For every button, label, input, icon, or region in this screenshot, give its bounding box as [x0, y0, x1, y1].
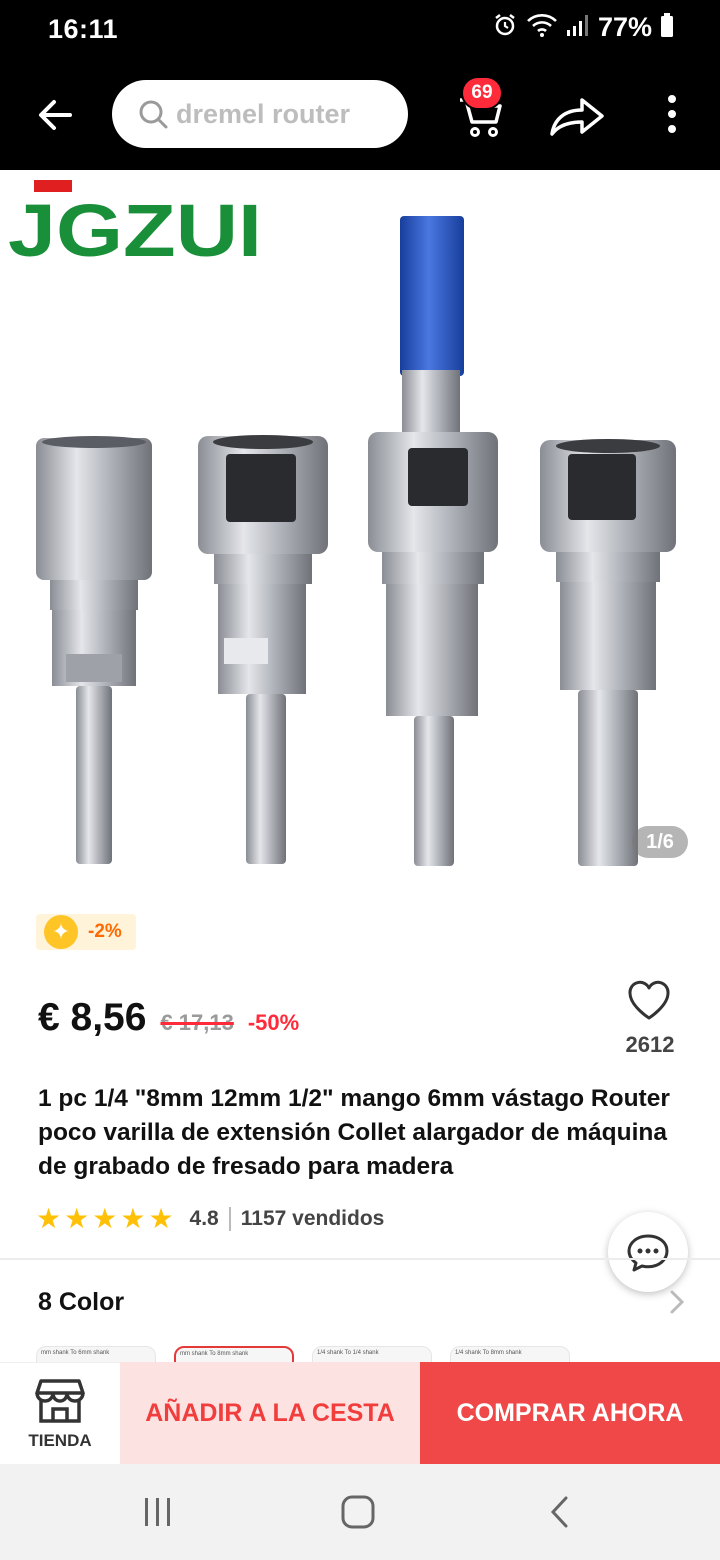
buy-now-button[interactable]: COMPRAR AHORA [420, 1362, 720, 1464]
share-button[interactable] [548, 90, 606, 140]
wishlist-count: 2612 [625, 1032, 675, 1057]
price-discount: -50% [247, 1010, 300, 1035]
status-time: 16:11 [48, 14, 119, 44]
store-label: TIENDA [28, 1430, 92, 1450]
rating-value: 4.8 [189, 1207, 219, 1230]
search-query: dremel router [176, 98, 351, 129]
star-icon: ★ [120, 1203, 146, 1234]
swatch-label: 1/4 shank To 8mm shank [455, 1350, 522, 1356]
cart-count-badge: 69 [461, 76, 503, 110]
chat-button[interactable] [608, 1212, 688, 1292]
star-icon: ★ [148, 1203, 174, 1234]
more-vertical-icon [668, 95, 676, 133]
product-title: 1 pc 1/4 "8mm 12mm 1/2" mango 6mm vástag… [38, 1085, 670, 1180]
price-current: € 8,56 [38, 996, 147, 1039]
store-icon [35, 1378, 85, 1423]
signal-icon [566, 12, 590, 43]
color-section-title: 8 Color [38, 1288, 125, 1316]
system-back-button[interactable] [540, 1490, 580, 1534]
wifi-icon [526, 12, 558, 43]
rating-row[interactable]: ★ ★ ★ ★ ★ 4.8 1157 vendidos [36, 1204, 384, 1234]
back-button[interactable] [30, 90, 80, 140]
rating-stars: ★ ★ ★ ★ ★ [36, 1205, 174, 1233]
home-icon [341, 1495, 375, 1529]
star-icon: ★ [36, 1203, 62, 1234]
product-image-gallery[interactable]: JGZUI 1/6 [0, 170, 720, 890]
star-icon: ★ [64, 1203, 90, 1234]
divider [228, 1207, 231, 1231]
chevron-left-icon [550, 1496, 568, 1528]
store-button[interactable]: TIENDA [0, 1362, 120, 1464]
battery-percent: 77% [597, 12, 652, 42]
status-bar: 16:11 77% [0, 0, 720, 60]
sparkle-icon: ✦ [44, 915, 78, 949]
search-icon [139, 100, 168, 129]
swatch-label: mm shank To 6mm shank [41, 1350, 110, 1356]
swatch-label: 1/4 shank To 1/4 shank [317, 1350, 379, 1356]
section-divider [0, 1258, 720, 1260]
search-header: dremel router 69 [0, 60, 720, 170]
color-expand-button[interactable] [666, 1288, 688, 1316]
add-to-cart-button[interactable]: AÑADIR A LA CESTA [120, 1362, 420, 1464]
coupon-text: -2% [88, 921, 122, 942]
wishlist-button[interactable] [626, 978, 672, 1022]
search-input[interactable]: dremel router [112, 80, 408, 148]
product-photo [36, 216, 676, 866]
recent-apps-button[interactable] [136, 1490, 180, 1534]
more-options-button[interactable] [656, 90, 688, 140]
price-original: € 17,13 [160, 1010, 234, 1035]
chat-bubble-icon [627, 1234, 669, 1272]
recent-apps-icon [145, 1498, 170, 1526]
status-icons: 77% [492, 12, 674, 43]
system-navigation-bar [0, 1464, 720, 1560]
back-arrow-icon [39, 100, 72, 130]
swatch-label: mm shank To 8mm shank [180, 1351, 249, 1357]
image-counter: 1/6 [632, 826, 688, 858]
chevron-right-icon [670, 1290, 685, 1314]
star-icon: ★ [92, 1203, 118, 1234]
coupon-badge[interactable]: ✦ -2% [36, 914, 136, 950]
bottom-action-bar: TIENDA AÑADIR A LA CESTA COMPRAR AHORA [0, 1362, 720, 1464]
battery-icon [660, 12, 674, 43]
home-button[interactable] [336, 1490, 380, 1534]
price-row: € 8,56 € 17,13 -50% [38, 996, 299, 1040]
share-icon [550, 98, 604, 136]
sold-count: 1157 vendidos [240, 1207, 385, 1230]
heart-icon [628, 980, 670, 1020]
alarm-icon [492, 12, 518, 43]
